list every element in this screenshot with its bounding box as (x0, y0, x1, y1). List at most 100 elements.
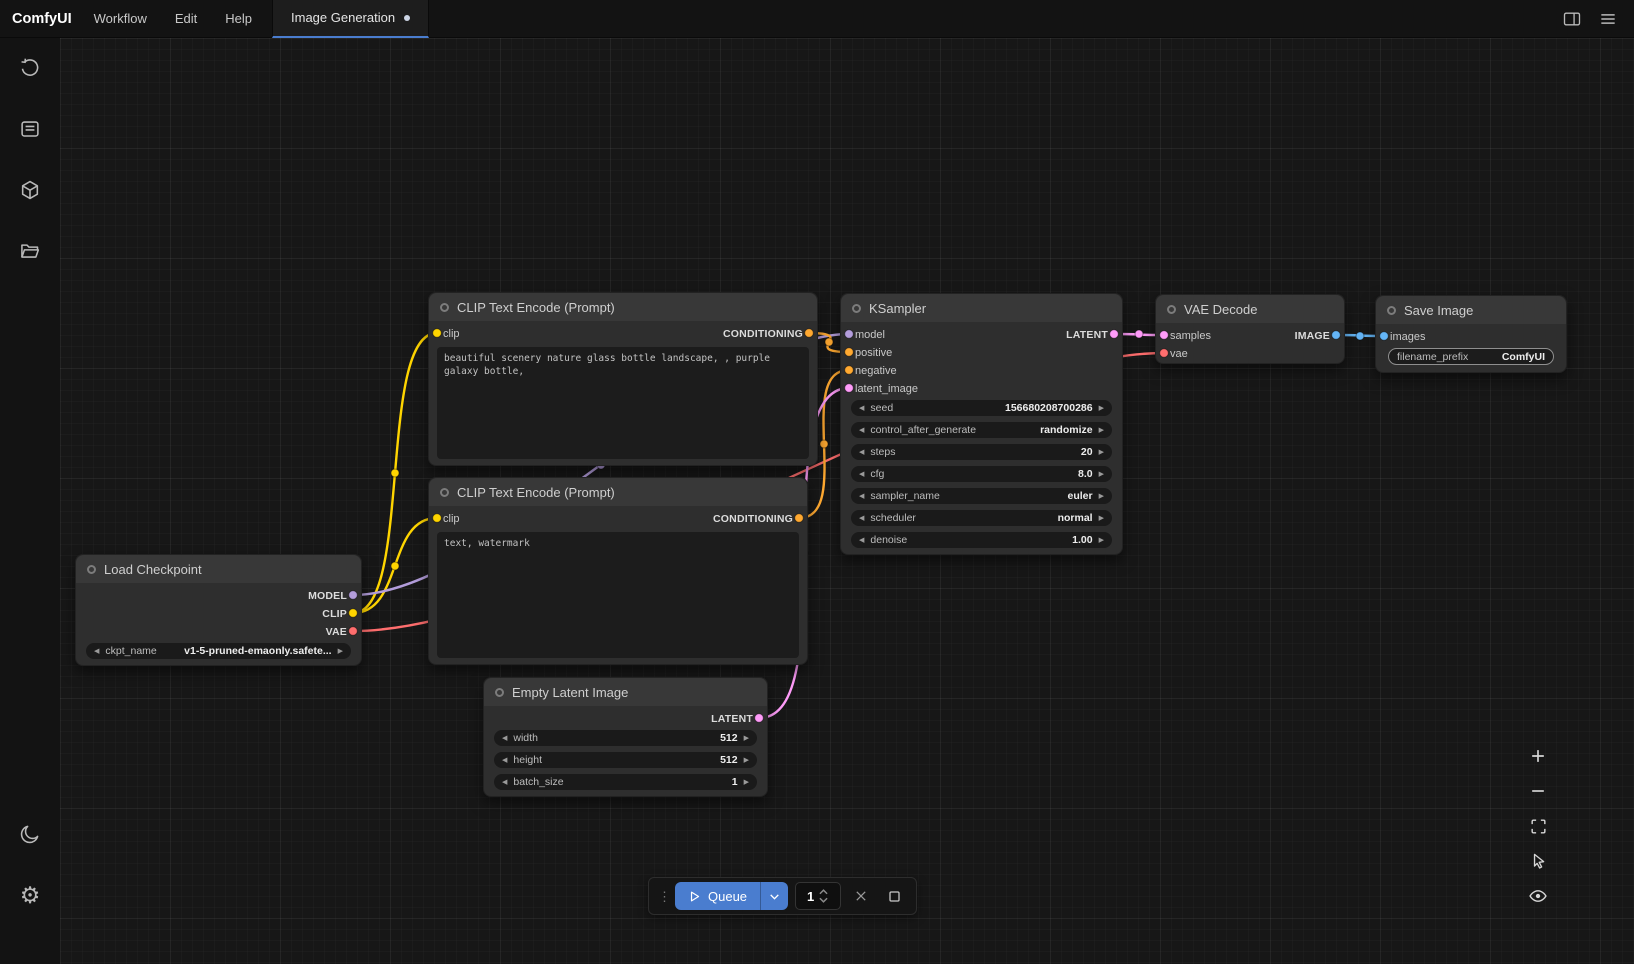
menu-help[interactable]: Help (225, 11, 252, 26)
next-option-icon[interactable]: ▶ (1099, 515, 1104, 522)
increment-icon[interactable]: ▶ (744, 779, 749, 786)
menu-workflow[interactable]: Workflow (94, 11, 147, 26)
batch-count-value: 1 (807, 889, 814, 904)
step-down-icon[interactable] (819, 897, 828, 903)
node-title-bar[interactable]: Load Checkpoint (76, 555, 361, 583)
decrement-icon[interactable]: ◀ (859, 449, 864, 456)
widget-filename-prefix[interactable]: filename_prefix ComfyUI (1388, 348, 1554, 365)
widget-scheduler[interactable]: ◀ scheduler normal ▶ (851, 510, 1112, 526)
collapse-dot-icon[interactable] (1387, 306, 1396, 315)
queue-button-label: Queue (708, 889, 747, 904)
menu-icon[interactable] (1598, 9, 1618, 29)
zoom-in-icon[interactable] (1525, 743, 1551, 769)
node-title: CLIP Text Encode (Prompt) (457, 300, 615, 315)
decrement-icon[interactable]: ◀ (859, 471, 864, 478)
collapse-dot-icon[interactable] (440, 488, 449, 497)
widget-height[interactable]: ◀ height 512 ▶ (494, 752, 757, 768)
widget-control-after-generate[interactable]: ◀ control_after_generate randomize ▶ (851, 422, 1112, 438)
fit-view-icon[interactable] (1525, 813, 1551, 839)
node-save-image[interactable]: Save Image images filename_prefix ComfyU… (1375, 295, 1567, 373)
queue-controls: ⋮ Queue 1 (648, 877, 917, 915)
next-option-icon[interactable]: ▶ (1099, 493, 1104, 500)
node-graph-canvas[interactable]: Load Checkpoint MODEL CLIP VAE ◀ ckpt_na… (60, 38, 1634, 964)
link-clip-to-negative-encode[interactable] (353, 518, 437, 613)
zoom-out-icon[interactable] (1525, 778, 1551, 804)
node-title-bar[interactable]: Save Image (1376, 296, 1566, 324)
decrement-icon[interactable]: ◀ (502, 757, 507, 764)
sidebar-item-model-library[interactable] (8, 168, 52, 212)
collapse-dot-icon[interactable] (1167, 305, 1176, 314)
node-clip-text-encode-negative[interactable]: CLIP Text Encode (Prompt) clip CONDITION… (428, 477, 808, 665)
node-empty-latent-image[interactable]: Empty Latent Image LATENT ◀ width 512 ▶ … (483, 677, 768, 797)
decrement-icon[interactable]: ◀ (859, 405, 864, 412)
increment-icon[interactable]: ▶ (1099, 537, 1104, 544)
sidebar-item-queue-history[interactable] (8, 46, 52, 90)
widget-width[interactable]: ◀ width 512 ▶ (494, 730, 757, 746)
batch-count-spinner[interactable]: 1 (795, 882, 841, 910)
collapse-dot-icon[interactable] (87, 565, 96, 574)
interrupt-button[interactable] (881, 883, 907, 909)
node-title-bar[interactable]: CLIP Text Encode (Prompt) (429, 293, 817, 321)
node-clip-text-encode-positive[interactable]: CLIP Text Encode (Prompt) clip CONDITION… (428, 292, 818, 466)
clear-icon (854, 889, 868, 903)
toggle-link-visibility-icon[interactable] (1525, 883, 1551, 909)
prev-option-icon[interactable]: ◀ (94, 648, 99, 655)
collapse-dot-icon[interactable] (440, 303, 449, 312)
node-title-bar[interactable]: KSampler (841, 294, 1122, 322)
node-title-bar[interactable]: Empty Latent Image (484, 678, 767, 706)
panel-toggle-icon[interactable] (1562, 9, 1582, 29)
prev-option-icon[interactable]: ◀ (859, 515, 864, 522)
node-title: Empty Latent Image (512, 685, 628, 700)
link-midpoint-dot (1135, 330, 1143, 338)
tab-image-generation[interactable]: Image Generation (272, 0, 429, 38)
increment-icon[interactable]: ▶ (1099, 449, 1104, 456)
prompt-textarea[interactable]: text, watermark (437, 532, 799, 658)
node-ksampler[interactable]: KSampler model LATENT positive negative … (840, 293, 1123, 555)
node-load-checkpoint[interactable]: Load Checkpoint MODEL CLIP VAE ◀ ckpt_na… (75, 554, 362, 666)
node-title-bar[interactable]: CLIP Text Encode (Prompt) (429, 478, 807, 506)
prev-option-icon[interactable]: ◀ (859, 427, 864, 434)
sidebar-item-workflows[interactable] (8, 229, 52, 273)
decrement-icon[interactable]: ◀ (859, 537, 864, 544)
collapse-dot-icon[interactable] (495, 688, 504, 697)
widget-batch-size[interactable]: ◀ batch_size 1 ▶ (494, 774, 757, 790)
drag-handle-icon[interactable]: ⋮ (658, 890, 668, 903)
step-up-icon[interactable] (819, 889, 828, 895)
widget-denoise[interactable]: ◀ denoise 1.00 ▶ (851, 532, 1112, 548)
sidebar-item-node-library[interactable] (8, 107, 52, 151)
sidebar-item-settings[interactable]: ⚙ (8, 873, 52, 917)
widget-cfg[interactable]: ◀ cfg 8.0 ▶ (851, 466, 1112, 482)
decrement-icon[interactable]: ◀ (502, 779, 507, 786)
increment-icon[interactable]: ▶ (1099, 405, 1104, 412)
node-title-bar[interactable]: VAE Decode (1156, 295, 1344, 323)
widget-ckpt-name[interactable]: ◀ ckpt_name v1-5-pruned-emaonly.safete..… (86, 643, 351, 659)
node-vae-decode[interactable]: VAE Decode samples IMAGE vae (1155, 294, 1345, 364)
widget-seed[interactable]: ◀ seed 156680208700286 ▶ (851, 400, 1112, 416)
next-option-icon[interactable]: ▶ (1099, 427, 1104, 434)
decrement-icon[interactable]: ◀ (502, 735, 507, 742)
link-clip-to-positive-encode[interactable] (353, 333, 437, 613)
output-label-latent: LATENT (1066, 329, 1108, 341)
next-option-icon[interactable]: ▶ (338, 648, 343, 655)
widget-steps[interactable]: ◀ steps 20 ▶ (851, 444, 1112, 460)
increment-icon[interactable]: ▶ (744, 735, 749, 742)
cursor-icon[interactable] (1525, 848, 1551, 874)
sidebar-item-theme-toggle[interactable] (8, 812, 52, 856)
widget-value: 1.00 (1072, 534, 1092, 546)
clear-queue-button[interactable] (848, 883, 874, 909)
collapse-dot-icon[interactable] (852, 304, 861, 313)
queue-options-dropdown[interactable] (760, 882, 788, 910)
widget-value: 1 (732, 776, 738, 788)
widget-value: normal (1058, 512, 1093, 524)
history-icon (19, 57, 41, 79)
input-label-latent-image: latent_image (855, 383, 918, 395)
prev-option-icon[interactable]: ◀ (859, 493, 864, 500)
increment-icon[interactable]: ▶ (744, 757, 749, 764)
input-label-samples: samples (1170, 330, 1211, 342)
increment-icon[interactable]: ▶ (1099, 471, 1104, 478)
widget-name: height (513, 754, 542, 766)
prompt-textarea[interactable]: beautiful scenery nature glass bottle la… (437, 347, 809, 459)
menu-edit[interactable]: Edit (175, 11, 197, 26)
queue-button[interactable]: Queue (675, 882, 760, 910)
widget-sampler-name[interactable]: ◀ sampler_name euler ▶ (851, 488, 1112, 504)
